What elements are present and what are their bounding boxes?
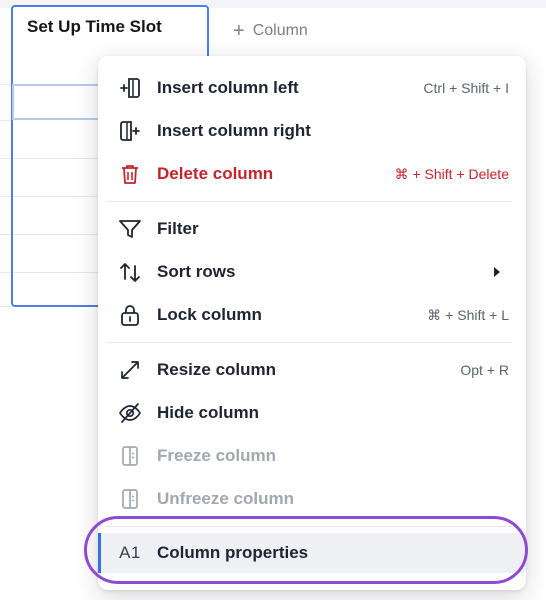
menu-divider [106,201,512,202]
insert-right-icon [118,120,142,142]
cell-divider [13,234,99,235]
menu-item-shortcut: ⌘ + Shift + L [427,306,509,323]
menu-item-column-properties[interactable]: A1 Column properties [98,533,526,573]
menu-divider [106,342,512,343]
hide-icon [118,402,142,424]
menu-item-label: Delete column [157,164,274,183]
menu-item-freeze-column[interactable]: Freeze column [98,436,526,476]
menu-item-label: Unfreeze column [157,489,294,508]
menu-item-insert-column-left[interactable]: Insert column left Ctrl + Shift + I [98,68,526,108]
freeze-icon [118,445,142,467]
properties-icon: A1 [118,542,142,564]
column-context-menu: Insert column left Ctrl + Shift + I Inse… [98,56,526,590]
menu-item-label: Insert column left [157,78,299,97]
cell-divider [13,196,99,197]
menu-item-insert-column-right[interactable]: Insert column right [98,111,526,151]
menu-item-label: Resize column [157,360,277,379]
add-column-button[interactable]: + Column [233,20,308,43]
menu-item-label: Sort rows [157,262,236,281]
grid-row-line [0,306,12,307]
active-indicator [98,533,101,573]
lock-icon [118,304,142,326]
unfreeze-icon [118,488,142,510]
cell-divider [13,158,99,159]
menu-item-label: Freeze column [157,446,277,465]
column-header-title[interactable]: Set Up Time Slot [27,17,162,37]
menu-item-label: Filter [157,219,199,238]
cell-divider [13,272,99,273]
properties-icon-text: A1 [119,543,141,562]
submenu-arrow-icon [494,267,500,277]
menu-item-label: Insert column right [157,121,311,140]
selected-cell[interactable] [12,84,100,120]
menu-item-filter[interactable]: Filter [98,209,526,249]
add-column-label: Column [252,22,308,39]
menu-item-label: Lock column [157,305,262,324]
menu-divider [106,526,512,527]
menu-item-shortcut: Ctrl + Shift + I [423,80,509,96]
menu-item-label: Hide column [157,403,260,422]
menu-item-lock-column[interactable]: Lock column ⌘ + Shift + L [98,295,526,335]
menu-item-shortcut: Opt + R [460,362,509,378]
plus-icon: + [233,20,245,42]
sort-icon [118,261,142,283]
menu-item-hide-column[interactable]: Hide column [98,393,526,433]
menu-item-resize-column[interactable]: Resize column Opt + R [98,350,526,390]
menu-item-label: Column properties [157,543,309,562]
filter-icon [118,218,142,240]
menu-item-delete-column[interactable]: Delete column ⌘ + Shift + Delete [98,154,526,194]
trash-icon [118,163,142,185]
insert-left-icon [118,77,142,99]
resize-icon [118,359,142,381]
menu-item-shortcut: ⌘ + Shift + Delete [394,165,509,182]
menu-item-sort-rows[interactable]: Sort rows [98,252,526,292]
menu-item-unfreeze-column[interactable]: Unfreeze column [98,479,526,519]
